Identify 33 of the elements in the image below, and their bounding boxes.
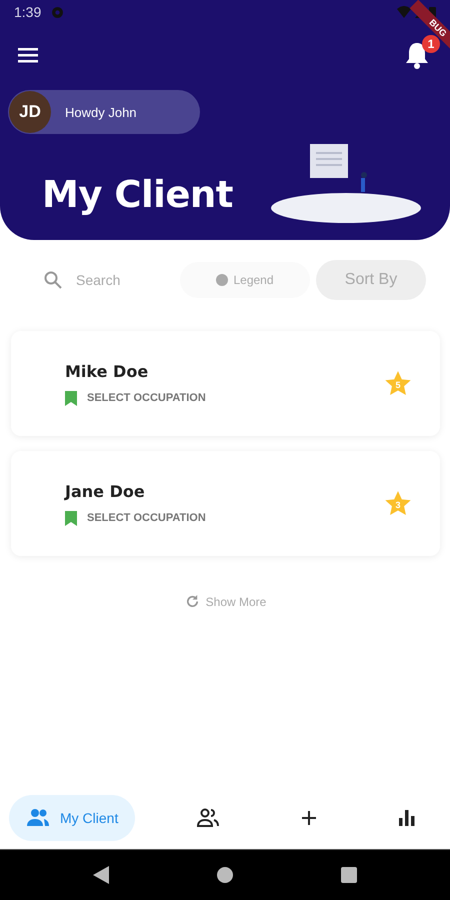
settings-icon bbox=[51, 6, 64, 18]
occupation-label: SELECT OCCUPATION bbox=[87, 512, 206, 524]
menu-icon[interactable] bbox=[18, 47, 38, 63]
bar-chart-icon bbox=[398, 809, 416, 827]
client-name: Jane Doe bbox=[65, 482, 146, 500]
add-icon bbox=[301, 810, 318, 826]
sort-button[interactable]: Sort By bbox=[316, 260, 426, 300]
page-title: My Client bbox=[42, 173, 233, 216]
show-more-button[interactable]: Show More bbox=[178, 593, 272, 610]
rating-star: 3 bbox=[384, 490, 412, 518]
wifi-icon bbox=[397, 6, 411, 18]
rating-star: 5 bbox=[384, 370, 412, 398]
people-outline-icon bbox=[196, 808, 220, 828]
user-chip[interactable]: JD Howdy John bbox=[8, 90, 200, 134]
status-time: 1:39 bbox=[14, 4, 42, 20]
back-icon[interactable] bbox=[93, 866, 109, 884]
bookmark-icon bbox=[65, 390, 77, 406]
avatar: JD bbox=[9, 91, 51, 133]
legend-button[interactable]: Legend bbox=[180, 262, 310, 298]
occupation-label: SELECT OCCUPATION bbox=[87, 392, 206, 404]
people-icon bbox=[26, 808, 50, 828]
search-icon bbox=[44, 270, 62, 288]
greeting: Howdy John bbox=[65, 104, 137, 120]
client-card[interactable]: Mike Doe SELECT OCCUPATION 5 bbox=[11, 331, 440, 436]
client-card[interactable]: Jane Doe SELECT OCCUPATION 3 bbox=[11, 451, 440, 556]
bell-icon[interactable] bbox=[404, 41, 430, 69]
bookmark-icon bbox=[65, 510, 77, 526]
refresh-icon bbox=[184, 594, 200, 609]
search-field[interactable]: Search bbox=[74, 270, 158, 288]
home-icon[interactable] bbox=[217, 867, 233, 883]
client-name: Mike Doe bbox=[65, 362, 150, 380]
nav-tab[interactable]: My Client bbox=[9, 795, 136, 841]
notification-badge: 1 bbox=[422, 35, 440, 53]
